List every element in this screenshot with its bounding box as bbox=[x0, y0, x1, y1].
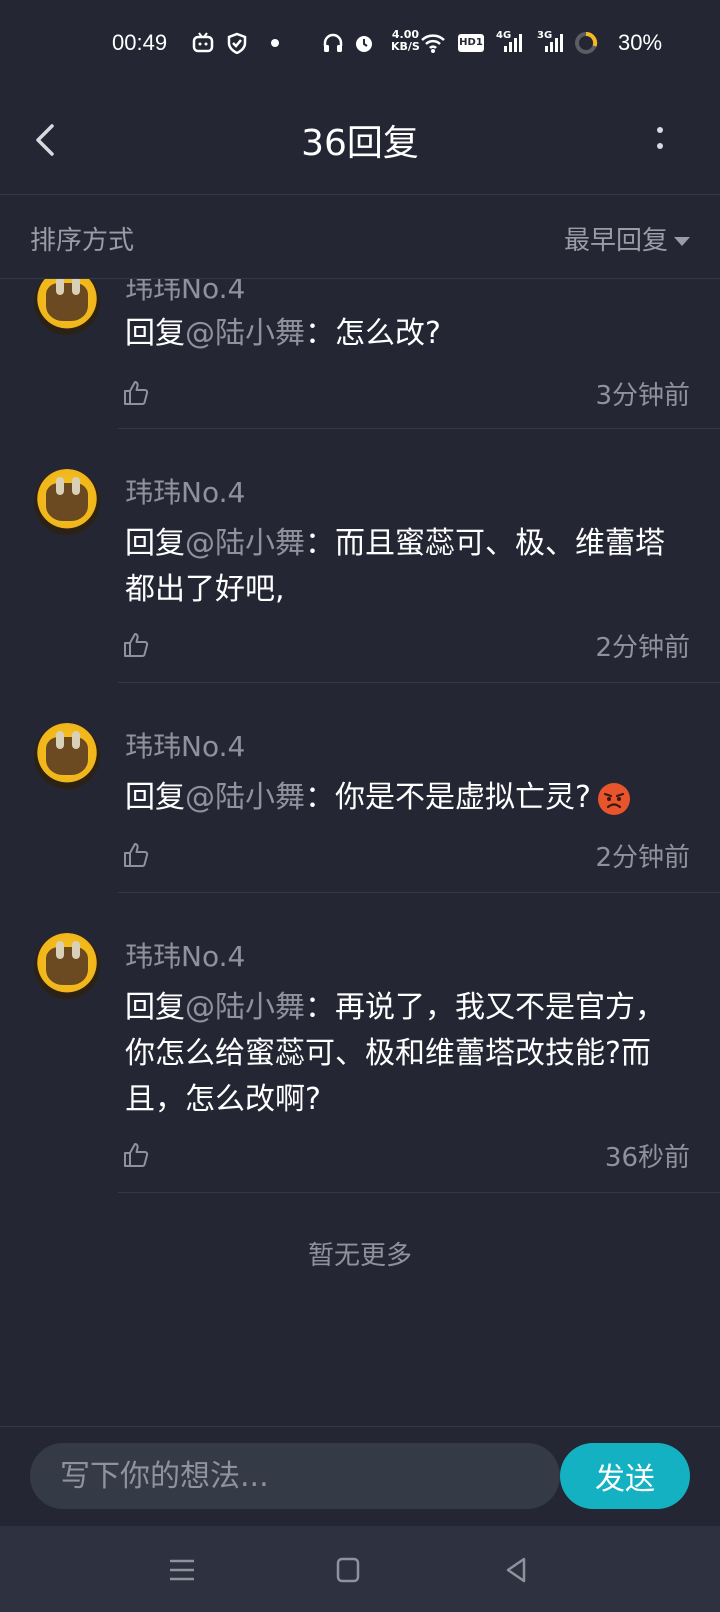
sort-bar: 排序方式 最早回复 bbox=[0, 194, 720, 279]
thumbs-up-icon[interactable] bbox=[122, 841, 150, 869]
mention-link[interactable]: @陆小舞 bbox=[185, 526, 305, 561]
username[interactable]: 玮玮No.4 bbox=[125, 725, 245, 765]
headphones-icon bbox=[323, 33, 343, 52]
reply-prefix: 回复 bbox=[125, 990, 185, 1025]
shield-icon bbox=[227, 32, 247, 54]
status-bar: 00:49 4.00 KB/S HD1 4G 3G 30% bbox=[0, 0, 720, 90]
avatar-figure bbox=[46, 737, 88, 775]
thumbs-up-icon[interactable] bbox=[122, 1141, 150, 1169]
avatar-figure bbox=[46, 483, 88, 521]
home-icon[interactable] bbox=[330, 1552, 366, 1588]
network-speed-unit: KB/S bbox=[391, 40, 420, 53]
avatar[interactable] bbox=[34, 933, 100, 999]
signal-icon bbox=[545, 34, 563, 52]
mention-link[interactable]: @陆小舞 bbox=[185, 780, 305, 815]
battery-percent: 30% bbox=[618, 30, 663, 55]
page-title: 36回复 bbox=[301, 123, 419, 164]
alarm-icon bbox=[356, 36, 372, 52]
reply-item: 玮玮No.4 回复@陆小舞：再说了，我又不是官方，你怎么给蜜蕊可、极和维蕾塔改技… bbox=[0, 893, 720, 1193]
sort-dropdown[interactable]: 最早回复 bbox=[564, 220, 690, 257]
angry-face-emoji bbox=[597, 782, 630, 815]
avatar-horn bbox=[72, 279, 80, 295]
back-nav-icon[interactable] bbox=[498, 1552, 534, 1588]
divider bbox=[118, 1192, 720, 1193]
avatar-figure bbox=[46, 283, 88, 321]
username[interactable]: 玮玮No.4 bbox=[125, 935, 245, 975]
username[interactable]: 玮玮No.4 bbox=[125, 471, 245, 511]
avatar-horn bbox=[56, 279, 64, 295]
caret-down-icon bbox=[674, 237, 690, 246]
hd-icon: HD1 bbox=[458, 34, 484, 52]
thumbs-up-icon[interactable] bbox=[122, 379, 150, 407]
reply-time: 36秒前 bbox=[604, 1143, 690, 1173]
avatar-horn bbox=[72, 941, 80, 959]
avatar[interactable] bbox=[34, 723, 100, 789]
network-speed: 4.00 KB/S bbox=[391, 29, 420, 53]
app-header: 36回复 bbox=[0, 90, 720, 195]
sort-selected-label: 最早回复 bbox=[563, 226, 668, 256]
reply-prefix: 回复 bbox=[125, 780, 185, 815]
status-time: 00:49 bbox=[112, 30, 168, 55]
reply-time: 2分钟前 bbox=[595, 843, 690, 873]
send-button[interactable]: 发送 bbox=[560, 1443, 690, 1509]
reply-prefix: 回复 bbox=[125, 316, 185, 351]
mention-link[interactable]: @陆小舞 bbox=[185, 316, 305, 351]
reply-time: 2分钟前 bbox=[595, 633, 690, 663]
menu-icon[interactable] bbox=[164, 1552, 200, 1588]
composer-bar: 发送 bbox=[0, 1426, 720, 1527]
reply-item: 玮玮No.4 回复@陆小舞：你是不是虚拟亡灵? 2分钟前 bbox=[0, 683, 720, 893]
avatar[interactable] bbox=[34, 279, 100, 335]
reply-text: ：你是不是虚拟亡灵? bbox=[305, 780, 591, 815]
system-nav-bar bbox=[0, 1526, 720, 1612]
reply-prefix: 回复 bbox=[125, 526, 185, 561]
signal-icon bbox=[504, 34, 522, 52]
comment-input[interactable] bbox=[30, 1443, 560, 1509]
sort-label: 排序方式 bbox=[30, 226, 135, 256]
username[interactable]: 玮玮No.4 bbox=[125, 279, 245, 307]
avatar-horn bbox=[72, 477, 80, 495]
reply-content: 回复@陆小舞：怎么改? bbox=[125, 311, 685, 357]
wifi-icon bbox=[421, 34, 445, 53]
dot-icon bbox=[271, 39, 279, 47]
avatar-figure bbox=[46, 947, 88, 985]
reply-content: 回复@陆小舞：而且蜜蕊可、极、维蕾塔都出了好吧, bbox=[125, 521, 685, 613]
tv-icon bbox=[192, 32, 214, 53]
avatar-horn bbox=[72, 731, 80, 749]
avatar[interactable] bbox=[34, 469, 100, 535]
reply-item: 玮玮No.4 回复@陆小舞：怎么改? 3分钟前 bbox=[0, 279, 720, 429]
mention-link[interactable]: @陆小舞 bbox=[185, 990, 305, 1025]
no-more-label: 暂无更多 bbox=[307, 1241, 412, 1271]
avatar-horn bbox=[56, 941, 64, 959]
battery-icon bbox=[575, 31, 598, 54]
reply-time: 3分钟前 bbox=[595, 381, 690, 411]
reply-item: 玮玮No.4 回复@陆小舞：而且蜜蕊可、极、维蕾塔都出了好吧, 2分钟前 bbox=[0, 429, 720, 683]
avatar-horn bbox=[56, 731, 64, 749]
thumbs-up-icon[interactable] bbox=[122, 631, 150, 659]
avatar-horn bbox=[56, 477, 64, 495]
reply-content: 回复@陆小舞：再说了，我又不是官方，你怎么给蜜蕊可、极和维蕾塔改技能?而且，怎么… bbox=[125, 985, 685, 1123]
reply-content: 回复@陆小舞：你是不是虚拟亡灵? bbox=[125, 775, 685, 821]
reply-text: ：怎么改? bbox=[305, 316, 441, 351]
more-menu-button[interactable] bbox=[650, 120, 670, 160]
